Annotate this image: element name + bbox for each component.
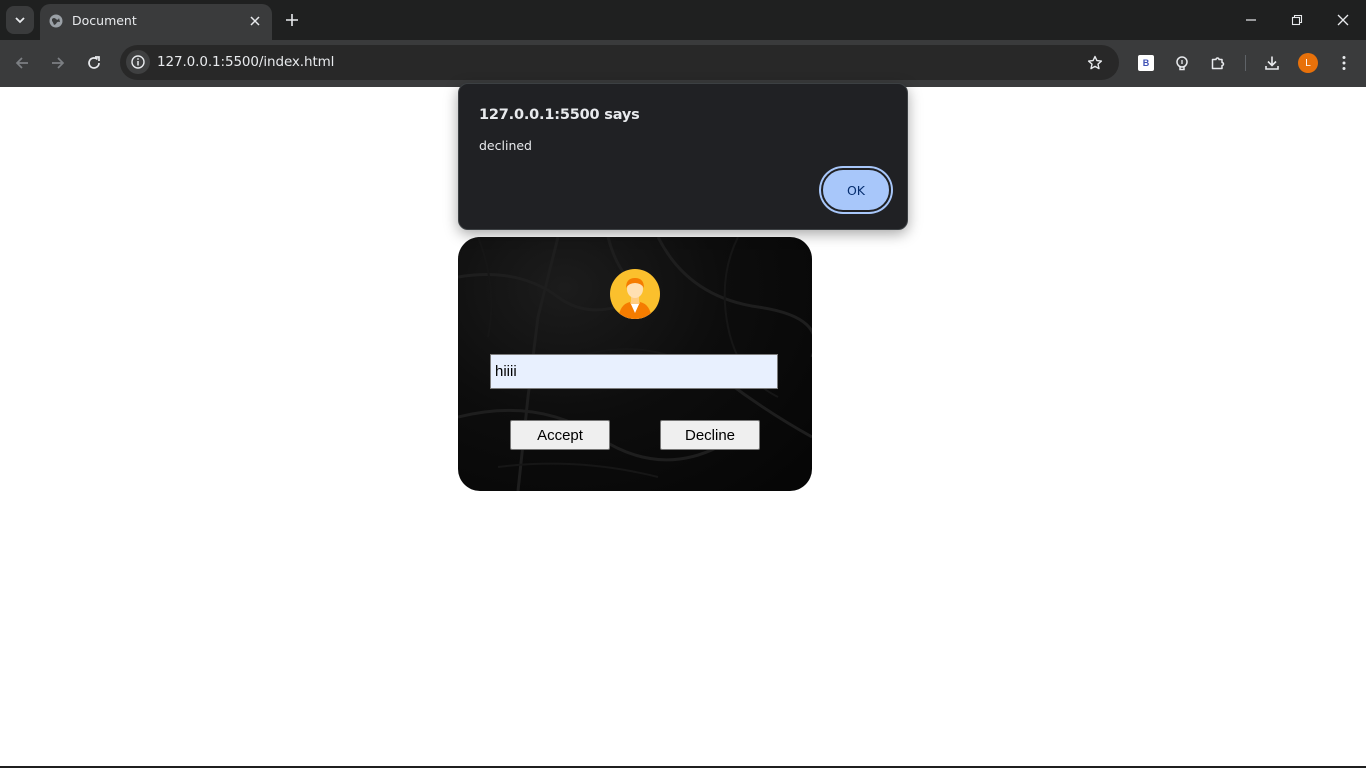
arrow-right-icon xyxy=(52,57,65,69)
accept-button[interactable]: Accept xyxy=(510,420,610,450)
profile-avatar: L xyxy=(1298,53,1318,73)
close-icon xyxy=(250,16,260,26)
close-icon xyxy=(1337,14,1349,26)
form-card: Accept Decline xyxy=(458,237,812,491)
ok-button[interactable]: OK xyxy=(821,168,891,212)
browser-toolbar: 127.0.0.1:5500/index.html B L xyxy=(0,40,1366,87)
alert-dialog: 127.0.0.1:5500 says declined OK xyxy=(458,83,908,230)
star-icon xyxy=(1087,55,1103,70)
new-tab-button[interactable] xyxy=(282,10,302,30)
more-vertical-icon xyxy=(1342,56,1346,70)
menu-button[interactable] xyxy=(1332,51,1356,75)
info-icon xyxy=(131,55,145,69)
decline-button[interactable]: Decline xyxy=(660,420,760,450)
restore-icon xyxy=(1291,14,1303,26)
downloads-button[interactable] xyxy=(1260,51,1284,75)
alert-title: 127.0.0.1:5500 says xyxy=(479,107,640,123)
chevron-down-icon xyxy=(15,17,25,24)
back-button[interactable] xyxy=(10,51,34,75)
minimize-button[interactable] xyxy=(1228,0,1274,40)
alert-message: declined xyxy=(479,138,532,153)
tab-title: Document xyxy=(72,13,137,28)
url-text: 127.0.0.1:5500/index.html xyxy=(157,54,335,70)
plus-icon xyxy=(286,14,298,26)
reload-button[interactable] xyxy=(82,51,106,75)
puzzle-icon xyxy=(1211,57,1225,70)
bookmark-button[interactable] xyxy=(1084,52,1106,74)
toolbar-separator xyxy=(1245,55,1246,71)
tab-search-button[interactable] xyxy=(6,6,34,34)
reload-icon xyxy=(88,56,100,69)
minimize-icon xyxy=(1246,19,1256,21)
tab-strip: Document xyxy=(0,0,1366,40)
forward-button[interactable] xyxy=(46,51,70,75)
close-window-button[interactable] xyxy=(1320,0,1366,40)
globe-icon xyxy=(49,14,63,28)
address-bar[interactable]: 127.0.0.1:5500/index.html xyxy=(120,45,1119,80)
restore-button[interactable] xyxy=(1274,0,1320,40)
user-avatar-icon xyxy=(610,269,660,319)
profile-button[interactable]: L xyxy=(1296,51,1320,75)
text-input[interactable] xyxy=(490,354,778,389)
tab-document[interactable]: Document xyxy=(40,4,272,40)
download-icon xyxy=(1265,56,1279,70)
extensions-button[interactable] xyxy=(1206,51,1230,75)
lightbulb-icon xyxy=(1176,56,1188,71)
site-info-button[interactable] xyxy=(126,50,150,74)
arrow-left-icon xyxy=(15,57,28,69)
extension-b-icon: B xyxy=(1138,55,1154,71)
extension-b-button[interactable]: B xyxy=(1134,51,1158,75)
extension-bulb-button[interactable] xyxy=(1170,51,1194,75)
tab-close-button[interactable] xyxy=(247,13,263,29)
